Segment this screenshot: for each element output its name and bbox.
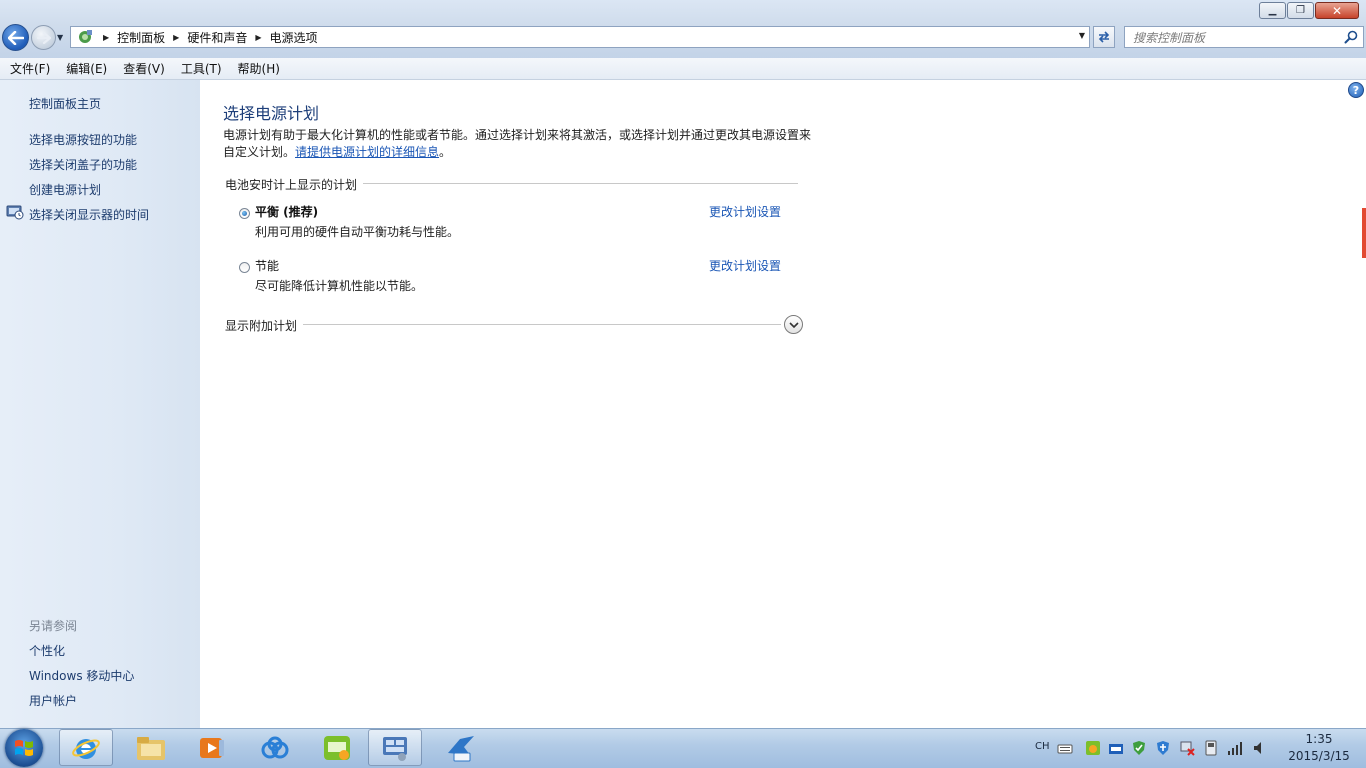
taskbar-clock[interactable]: 1:35 2015/3/15 [1278, 731, 1360, 765]
breadcrumb-separator-icon: ▶ [103, 32, 110, 42]
start-button[interactable] [5, 729, 43, 767]
main-content-pane [200, 80, 1362, 728]
breadcrumb-separator-icon: ▶ [173, 32, 180, 42]
breadcrumb-control-panel[interactable]: 控制面板 [117, 29, 165, 46]
plan-power-saver-name[interactable]: 节能 [255, 257, 279, 274]
search-box[interactable] [1124, 26, 1364, 48]
taskbar-ie-button[interactable] [59, 729, 113, 766]
menu-tools[interactable]: 工具(T) [173, 59, 230, 79]
taskbar-media-player-button[interactable] [185, 729, 239, 766]
search-icon[interactable] [1344, 30, 1358, 47]
video-app-icon [324, 735, 350, 760]
menu-bar: 文件(F) 编辑(E) 查看(V) 工具(T) 帮助(H) [0, 58, 1366, 80]
refresh-button[interactable] [1093, 26, 1115, 48]
taskbar-lite-app-button[interactable] [432, 729, 490, 766]
control-panel-icon [383, 736, 407, 761]
folder-icon [137, 736, 165, 760]
defender-shield-icon[interactable] [1155, 740, 1171, 756]
clock-time: 1:35 [1305, 732, 1333, 746]
windows-logo-icon [15, 740, 33, 756]
page-title: 选择电源计划 [223, 104, 320, 123]
language-indicator[interactable]: CH [1035, 741, 1050, 752]
media-player-icon [200, 737, 224, 758]
bird-app-icon [448, 735, 474, 761]
plan-balanced-change-settings-link[interactable]: 更改计划设置 [709, 203, 781, 220]
plan-power-saver-radio[interactable] [239, 262, 250, 273]
plan-balanced-description: 利用可用的硬件自动平衡功耗与性能。 [255, 225, 460, 239]
taskbar-video-app-button[interactable] [310, 729, 364, 766]
clock-date: 2015/3/15 [1288, 749, 1350, 763]
sidebar-home-link[interactable]: 控制面板主页 [29, 95, 101, 112]
maximize-button[interactable]: ❐ [1287, 2, 1314, 19]
tray-lite-icon[interactable] [1108, 740, 1124, 756]
power-plan-details-link[interactable]: 请提供电源计划的详细信息 [295, 145, 439, 159]
control-panel-icon [75, 28, 95, 46]
see-also-personalization-link[interactable]: 个性化 [29, 642, 65, 659]
close-icon: ✕ [1331, 3, 1343, 18]
more-plans-divider [225, 324, 781, 325]
keyboard-icon[interactable] [1057, 740, 1073, 756]
internet-explorer-icon [72, 738, 100, 759]
see-also-mobility-center-link[interactable]: Windows 移动中心 [29, 667, 134, 684]
sidebar-create-plan-link[interactable]: 创建电源计划 [29, 181, 101, 198]
taskbar-control-panel-button[interactable] [368, 729, 422, 766]
address-dropdown-icon[interactable]: ▼ [1079, 31, 1085, 40]
sidebar-power-buttons-link[interactable]: 选择电源按钮的功能 [29, 131, 137, 148]
recent-pages-dropdown[interactable]: ▼ [57, 33, 63, 42]
arrow-left-icon [7, 30, 24, 45]
breadcrumb-hardware-sound[interactable]: 硬件和声音 [187, 29, 247, 46]
breadcrumb-power-options[interactable]: 电源选项 [270, 29, 318, 46]
see-also-user-accounts-link[interactable]: 用户帐户 [29, 692, 77, 709]
display-timer-icon [6, 204, 24, 223]
maximize-icon: ❐ [1296, 4, 1305, 16]
sidebar-display-off-link[interactable]: 选择关闭显示器的时间 [29, 206, 149, 223]
expand-plans-button[interactable] [784, 315, 803, 334]
show-additional-plans-label[interactable]: 显示附加计划 [225, 317, 304, 334]
security-shield-icon[interactable] [1131, 740, 1147, 756]
minimize-button[interactable]: ▁ [1259, 2, 1286, 19]
menu-edit[interactable]: 编辑(E) [58, 59, 115, 79]
see-also-heading: 另请参阅 [29, 619, 78, 633]
plan-power-saver-description: 尽可能降低计算机性能以节能。 [255, 279, 424, 293]
plan-balanced-name[interactable]: 平衡 (推荐) [255, 203, 318, 220]
menu-view[interactable]: 查看(V) [115, 59, 173, 79]
minimize-icon: ▁ [1268, 4, 1277, 16]
description-end: 。 [439, 145, 452, 159]
help-icon: ? [1352, 83, 1360, 97]
sidebar-close-lid-link[interactable]: 选择关闭盖子的功能 [29, 156, 137, 173]
plan-balanced-radio[interactable] [239, 208, 250, 219]
chevron-down-icon [788, 321, 799, 328]
help-button[interactable]: ? [1348, 82, 1364, 98]
plan-power-saver-change-settings-link[interactable]: 更改计划设置 [709, 257, 781, 274]
page-description: 电源计划有助于最大化计算机的性能或者节能。通过选择计划来将其激活，或选择计划并通… [223, 127, 813, 161]
window-controls: ▁ ❐ ✕ [1258, 2, 1359, 20]
refresh-icon [1098, 31, 1110, 43]
usb-device-icon[interactable] [1203, 740, 1219, 756]
search-input[interactable] [1131, 28, 1345, 48]
close-button[interactable]: ✕ [1315, 2, 1359, 19]
cloud-icon [261, 736, 289, 758]
signal-strength-icon[interactable] [1227, 740, 1243, 756]
network-error-icon[interactable] [1179, 740, 1195, 756]
menu-help[interactable]: 帮助(H) [230, 59, 288, 79]
right-edge-track [1362, 80, 1366, 728]
volume-icon[interactable] [1252, 740, 1268, 756]
breadcrumb-separator-icon: ▶ [255, 32, 262, 42]
menu-file[interactable]: 文件(F) [0, 59, 58, 79]
taskbar-cloud-button[interactable] [248, 729, 302, 766]
arrow-right-icon [36, 31, 51, 44]
back-button[interactable] [2, 24, 29, 51]
address-bar[interactable]: ▶ 控制面板 ▶ 硬件和声音 ▶ 电源选项 ▼ [70, 26, 1090, 48]
plans-group-label: 电池安时计上显示的计划 [225, 176, 364, 193]
tray-app-icon[interactable] [1085, 740, 1101, 756]
forward-button[interactable] [31, 25, 56, 50]
right-edge-marker [1362, 208, 1366, 258]
taskbar-explorer-button[interactable] [124, 729, 178, 766]
